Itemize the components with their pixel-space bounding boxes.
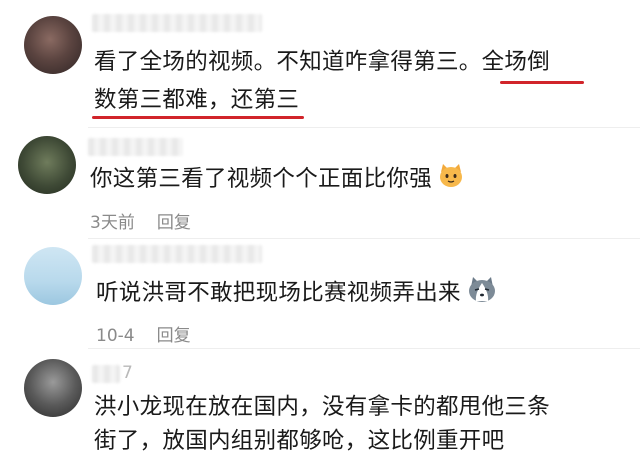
comment-meta: 3天前 回复 [90, 208, 191, 233]
comment-2: 你这第三看了视频个个正面比你强 3天前 回复 [0, 128, 640, 238]
comment-text: 你这第三看了视频个个正面比你强 [90, 162, 464, 197]
comment-1: 看了全场的视频。不知道咋拿得第三。全场倒 数第三都难，还第三 [0, 0, 640, 125]
username[interactable] [92, 14, 262, 32]
comment-text-content: 听说洪哥不敢把现场比赛视频弄出来 [96, 280, 461, 306]
red-underline [92, 116, 304, 119]
reply-button[interactable]: 回复 [157, 326, 191, 346]
username-fragment: 7 [122, 363, 133, 383]
comment-text-line-2: 街了，放国内组别都够呛，这比例重开吧 [94, 428, 505, 454]
husky-dog-emoji [467, 275, 497, 312]
comment-meta: 10-4 回复 [96, 321, 191, 346]
comment-text-line-1: 洪小龙现在放在国内，没有拿卡的都甩他三条 [94, 394, 551, 420]
comment-text-content: 你这第三看了视频个个正面比你强 [90, 166, 433, 192]
timestamp: 10-4 [96, 326, 135, 346]
comment-text: 听说洪哥不敢把现场比赛视频弄出来 [96, 275, 497, 312]
reply-button[interactable]: 回复 [157, 213, 191, 233]
comment-4: 7 洪小龙现在放在国内，没有拿卡的都甩他三条 街了，放国内组别都够呛，这比例重开… [0, 349, 640, 470]
comment-text-line-1: 看了全场的视频。不知道咋拿得第三。全场倒 [94, 49, 551, 75]
red-underline [500, 81, 584, 84]
comment-text-line-2: 数第三都难，还第三 [94, 87, 300, 113]
avatar[interactable] [24, 16, 82, 74]
username[interactable] [92, 365, 120, 383]
comment-3: 听说洪哥不敢把现场比赛视频弄出来 10-4 回复 [0, 239, 640, 346]
cat-face-emoji [438, 162, 464, 197]
avatar[interactable] [24, 359, 82, 417]
username[interactable] [88, 138, 183, 156]
timestamp: 3天前 [90, 213, 135, 233]
avatar[interactable] [24, 247, 82, 305]
username[interactable] [92, 245, 262, 263]
avatar[interactable] [18, 136, 76, 194]
